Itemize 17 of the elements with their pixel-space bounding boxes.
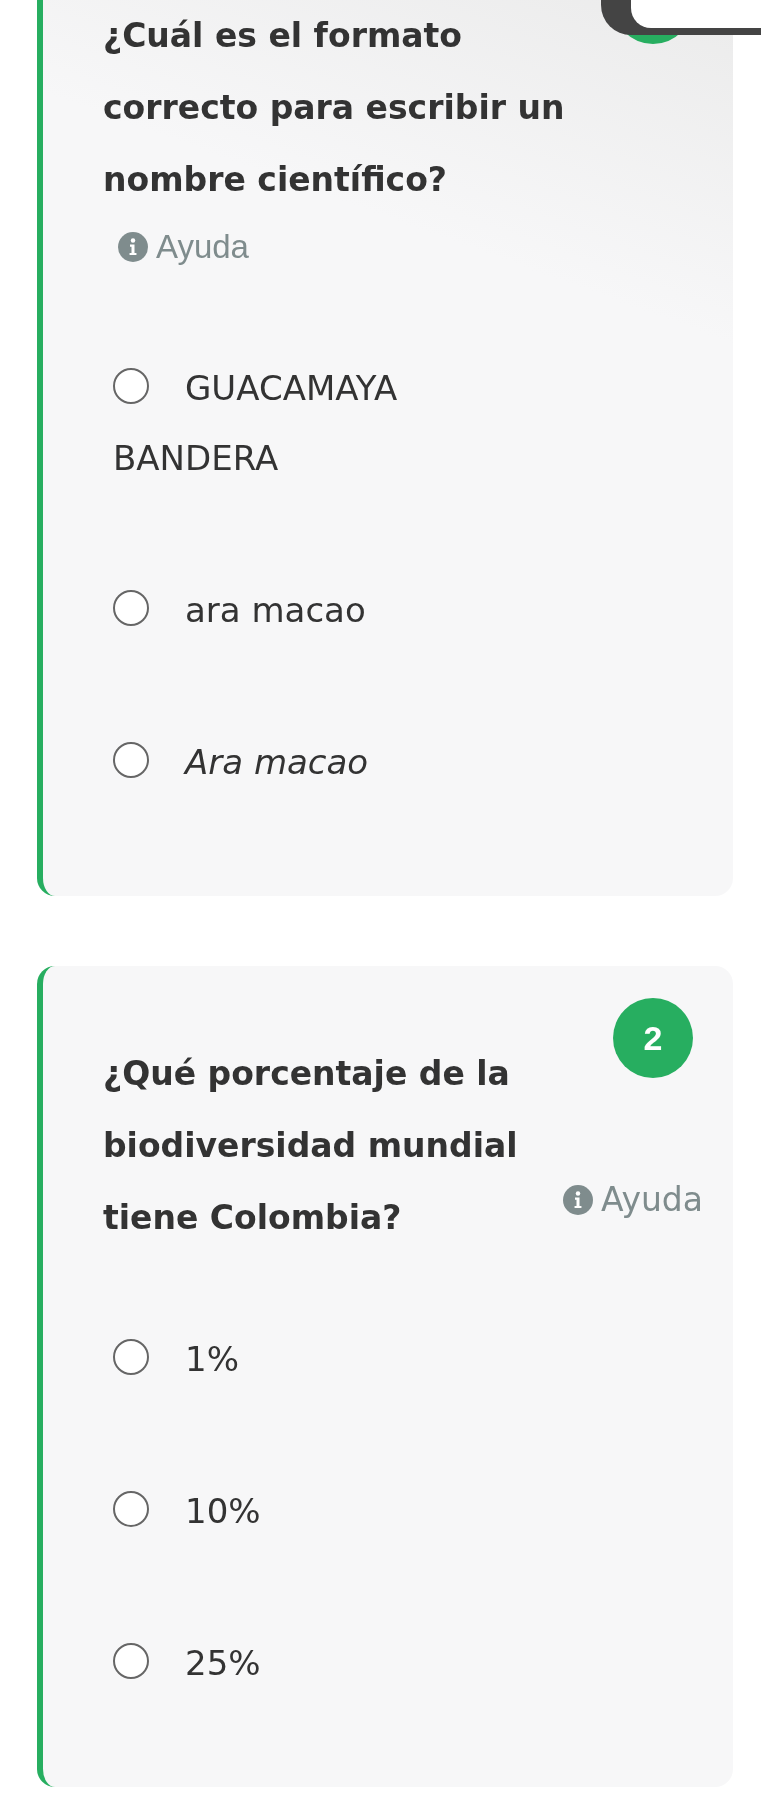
question-text: ¿Cuál es el formato correcto para escribir un nombre científico? [103, 16, 565, 199]
answer-option[interactable]: 10% [103, 1476, 473, 1546]
info-icon [563, 1185, 594, 1215]
answer-option[interactable]: 25% [103, 1628, 473, 1698]
answer-option[interactable]: GUACAMAYA BANDERA [103, 353, 473, 493]
radio-button[interactable] [113, 1643, 149, 1679]
radio-button[interactable] [113, 590, 149, 626]
radio-button[interactable] [113, 1491, 149, 1527]
question-text: ¿Qué porcentaje de la biodiversidad mundial tiene Colombia? [103, 1053, 519, 1239]
radio-button[interactable] [113, 742, 149, 778]
answer-option[interactable]: 1% [103, 1324, 473, 1394]
info-icon [118, 232, 148, 262]
answer-option[interactable]: Ara macao [103, 727, 473, 797]
answer-option[interactable]: ara macao [103, 575, 473, 645]
radio-button[interactable] [113, 1339, 149, 1375]
radio-button[interactable] [113, 368, 149, 404]
number-badge: 2 [613, 998, 693, 1078]
